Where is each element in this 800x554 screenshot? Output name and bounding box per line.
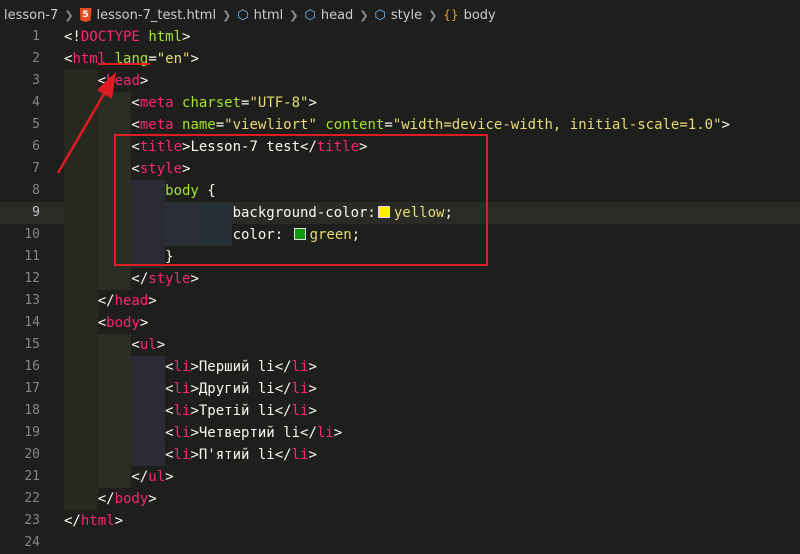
- annotation-arrow-icon: [56, 72, 116, 174]
